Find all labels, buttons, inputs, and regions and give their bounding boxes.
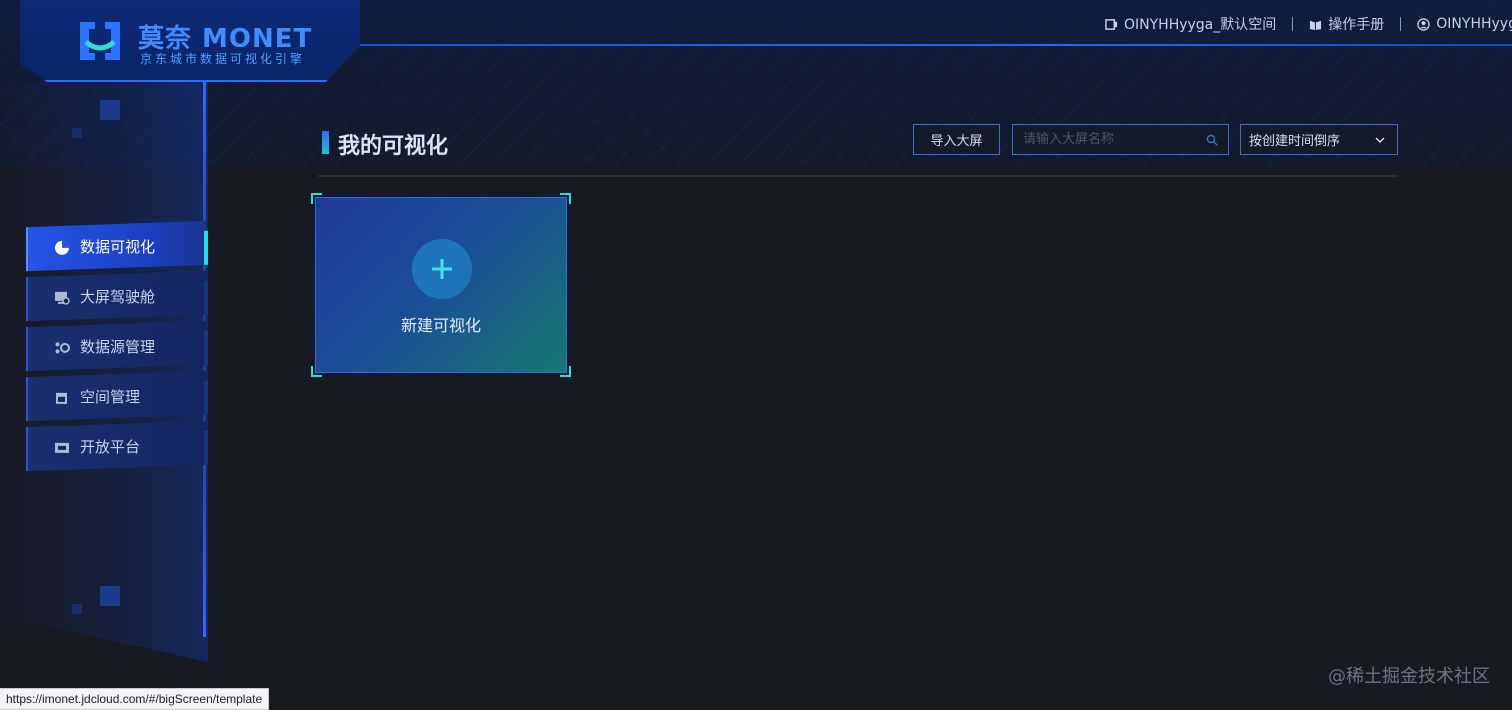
- header-divider-line: [355, 44, 1512, 46]
- item-marker: [204, 280, 208, 315]
- sidebar-item-label: 空间管理: [80, 387, 141, 406]
- user-menu[interactable]: OINYHHyyga: [1417, 16, 1512, 32]
- search-box: [1012, 124, 1229, 155]
- sidebar-item-space-management[interactable]: 空间管理: [26, 370, 208, 422]
- sidebar-item-open-platform[interactable]: 开放平台: [26, 420, 208, 472]
- decor-square: [100, 586, 120, 606]
- sort-select[interactable]: 按创建时间倒序: [1240, 124, 1398, 155]
- item-marker: [204, 430, 208, 465]
- book-icon: [1310, 20, 1322, 30]
- corner-bracket: [560, 366, 571, 377]
- top-nav: OINYHHyyga_默认空间 操作手册 OINYHHyyga: [1105, 14, 1512, 34]
- corner-bracket: [311, 193, 322, 204]
- space-icon: [56, 392, 67, 404]
- workspace-label: OINYHHyyga_默认空间: [1124, 17, 1277, 33]
- browser-status-bar: https://imonet.jdcloud.com/#/bigScreen/t…: [0, 688, 270, 710]
- sort-selected-value: 按创建时间倒序: [1249, 134, 1341, 149]
- manual-label: 操作手册: [1328, 17, 1385, 33]
- nav-separator: [1292, 17, 1294, 31]
- sidebar-item-label: 数据可视化: [80, 237, 156, 256]
- monitor-icon: [55, 291, 70, 305]
- workspace-icon: [1105, 18, 1118, 30]
- pie-chart-icon: [55, 240, 69, 255]
- nav-separator: [1400, 17, 1402, 31]
- workspace-switch[interactable]: OINYHHyyga_默认空间: [1105, 14, 1276, 34]
- sidebar-menu: 数据可视化 大屏驾驶舱 数据源管理 空间管理 开放平台: [26, 220, 208, 474]
- search-icon[interactable]: [1206, 134, 1218, 146]
- datasource-icon: [55, 342, 70, 354]
- brand-subtitle: 京东城市数据可视化引擎: [140, 52, 306, 66]
- page-title: 我的可视化: [338, 134, 449, 159]
- user-name: OINYHHyyga: [1436, 16, 1512, 32]
- import-screen-button[interactable]: 导入大屏: [913, 124, 1000, 155]
- corner-bracket: [560, 193, 571, 204]
- sidebar-item-label: 开放平台: [80, 437, 141, 456]
- chevron-down-icon: [1375, 137, 1385, 144]
- new-visualization-label: 新建可视化: [400, 316, 481, 335]
- corner-bracket: [311, 366, 322, 377]
- app-window: 莫奈 MONET 京东城市数据可视化引擎 OINYHHyyga_默认空间 操作手…: [0, 0, 1512, 710]
- decor-square: [72, 128, 82, 138]
- sidebar-item-data-visualization[interactable]: 数据可视化: [26, 220, 208, 272]
- new-visualization-card[interactable]: 新建可视化: [311, 193, 571, 377]
- sidebar-item-dashboard-cockpit[interactable]: 大屏驾驶舱: [26, 270, 208, 322]
- decor-square: [72, 604, 82, 614]
- sidebar-item-label: 数据源管理: [80, 337, 156, 356]
- item-marker: [204, 380, 208, 415]
- add-visualization-button[interactable]: [412, 239, 472, 299]
- platform-icon: [55, 442, 69, 453]
- sidebar-item-datasource[interactable]: 数据源管理: [26, 320, 208, 372]
- manual-link[interactable]: 操作手册: [1309, 14, 1384, 34]
- decor-square: [100, 100, 120, 120]
- plus-icon: [432, 259, 452, 279]
- title-marker: [322, 131, 329, 154]
- sidebar-item-label: 大屏驾驶舱: [80, 287, 156, 306]
- search-input[interactable]: [1021, 131, 1205, 148]
- monet-logo-icon[interactable]: [78, 20, 122, 62]
- item-marker: [204, 330, 208, 365]
- active-marker: [204, 230, 208, 265]
- watermark: @稀土掘金技术社区: [1328, 666, 1490, 687]
- header-divider: [318, 175, 1398, 177]
- user-avatar-icon: [1417, 17, 1430, 31]
